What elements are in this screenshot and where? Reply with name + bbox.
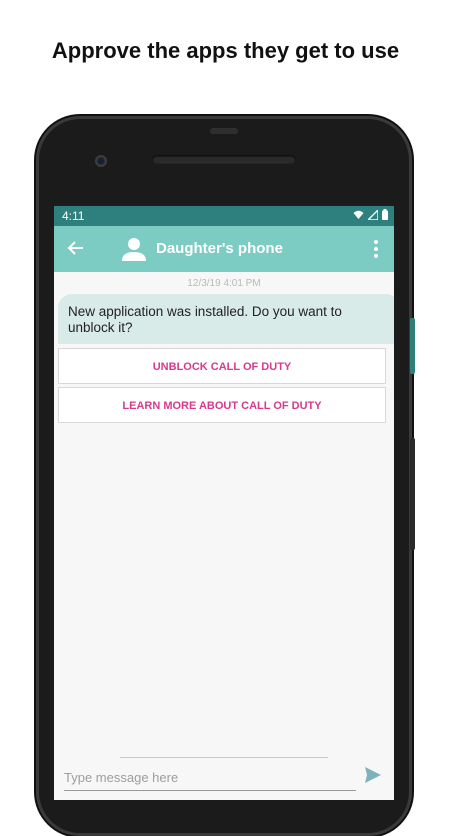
earpiece-speaker (152, 155, 296, 164)
top-sensor (210, 128, 238, 134)
status-bar: 4:11 (54, 206, 394, 226)
message-input[interactable] (64, 764, 356, 791)
contact-name[interactable]: Daughter's phone (156, 240, 283, 257)
volume-button (410, 438, 415, 550)
message-timestamp: 12/3/19 4:01 PM (187, 278, 261, 289)
power-button (410, 318, 415, 374)
unblock-app-button[interactable]: UNBLOCK CALL OF DUTY (58, 348, 386, 384)
person-icon (122, 238, 146, 261)
status-time: 4:11 (62, 209, 85, 223)
phone-screen: 4:11 Daughter's phone 12/3/19 4:01 PM Ne… (54, 206, 394, 800)
send-icon[interactable] (364, 766, 382, 784)
status-icons (353, 208, 388, 222)
battery-icon (382, 209, 388, 220)
more-vert-icon[interactable] (368, 238, 384, 260)
signal-icon (366, 208, 379, 221)
marketing-headline: Approve the apps they get to use (51, 38, 400, 63)
learn-more-button[interactable]: LEARN MORE ABOUT CALL OF DUTY (58, 387, 386, 423)
chat-toolbar: Daughter's phone (54, 226, 394, 272)
back-arrow-icon[interactable] (66, 237, 86, 259)
composer-divider (120, 757, 328, 758)
front-camera (95, 155, 107, 167)
message-bubble: New application was installed. Do you wa… (58, 294, 394, 344)
wifi-icon (353, 210, 364, 219)
